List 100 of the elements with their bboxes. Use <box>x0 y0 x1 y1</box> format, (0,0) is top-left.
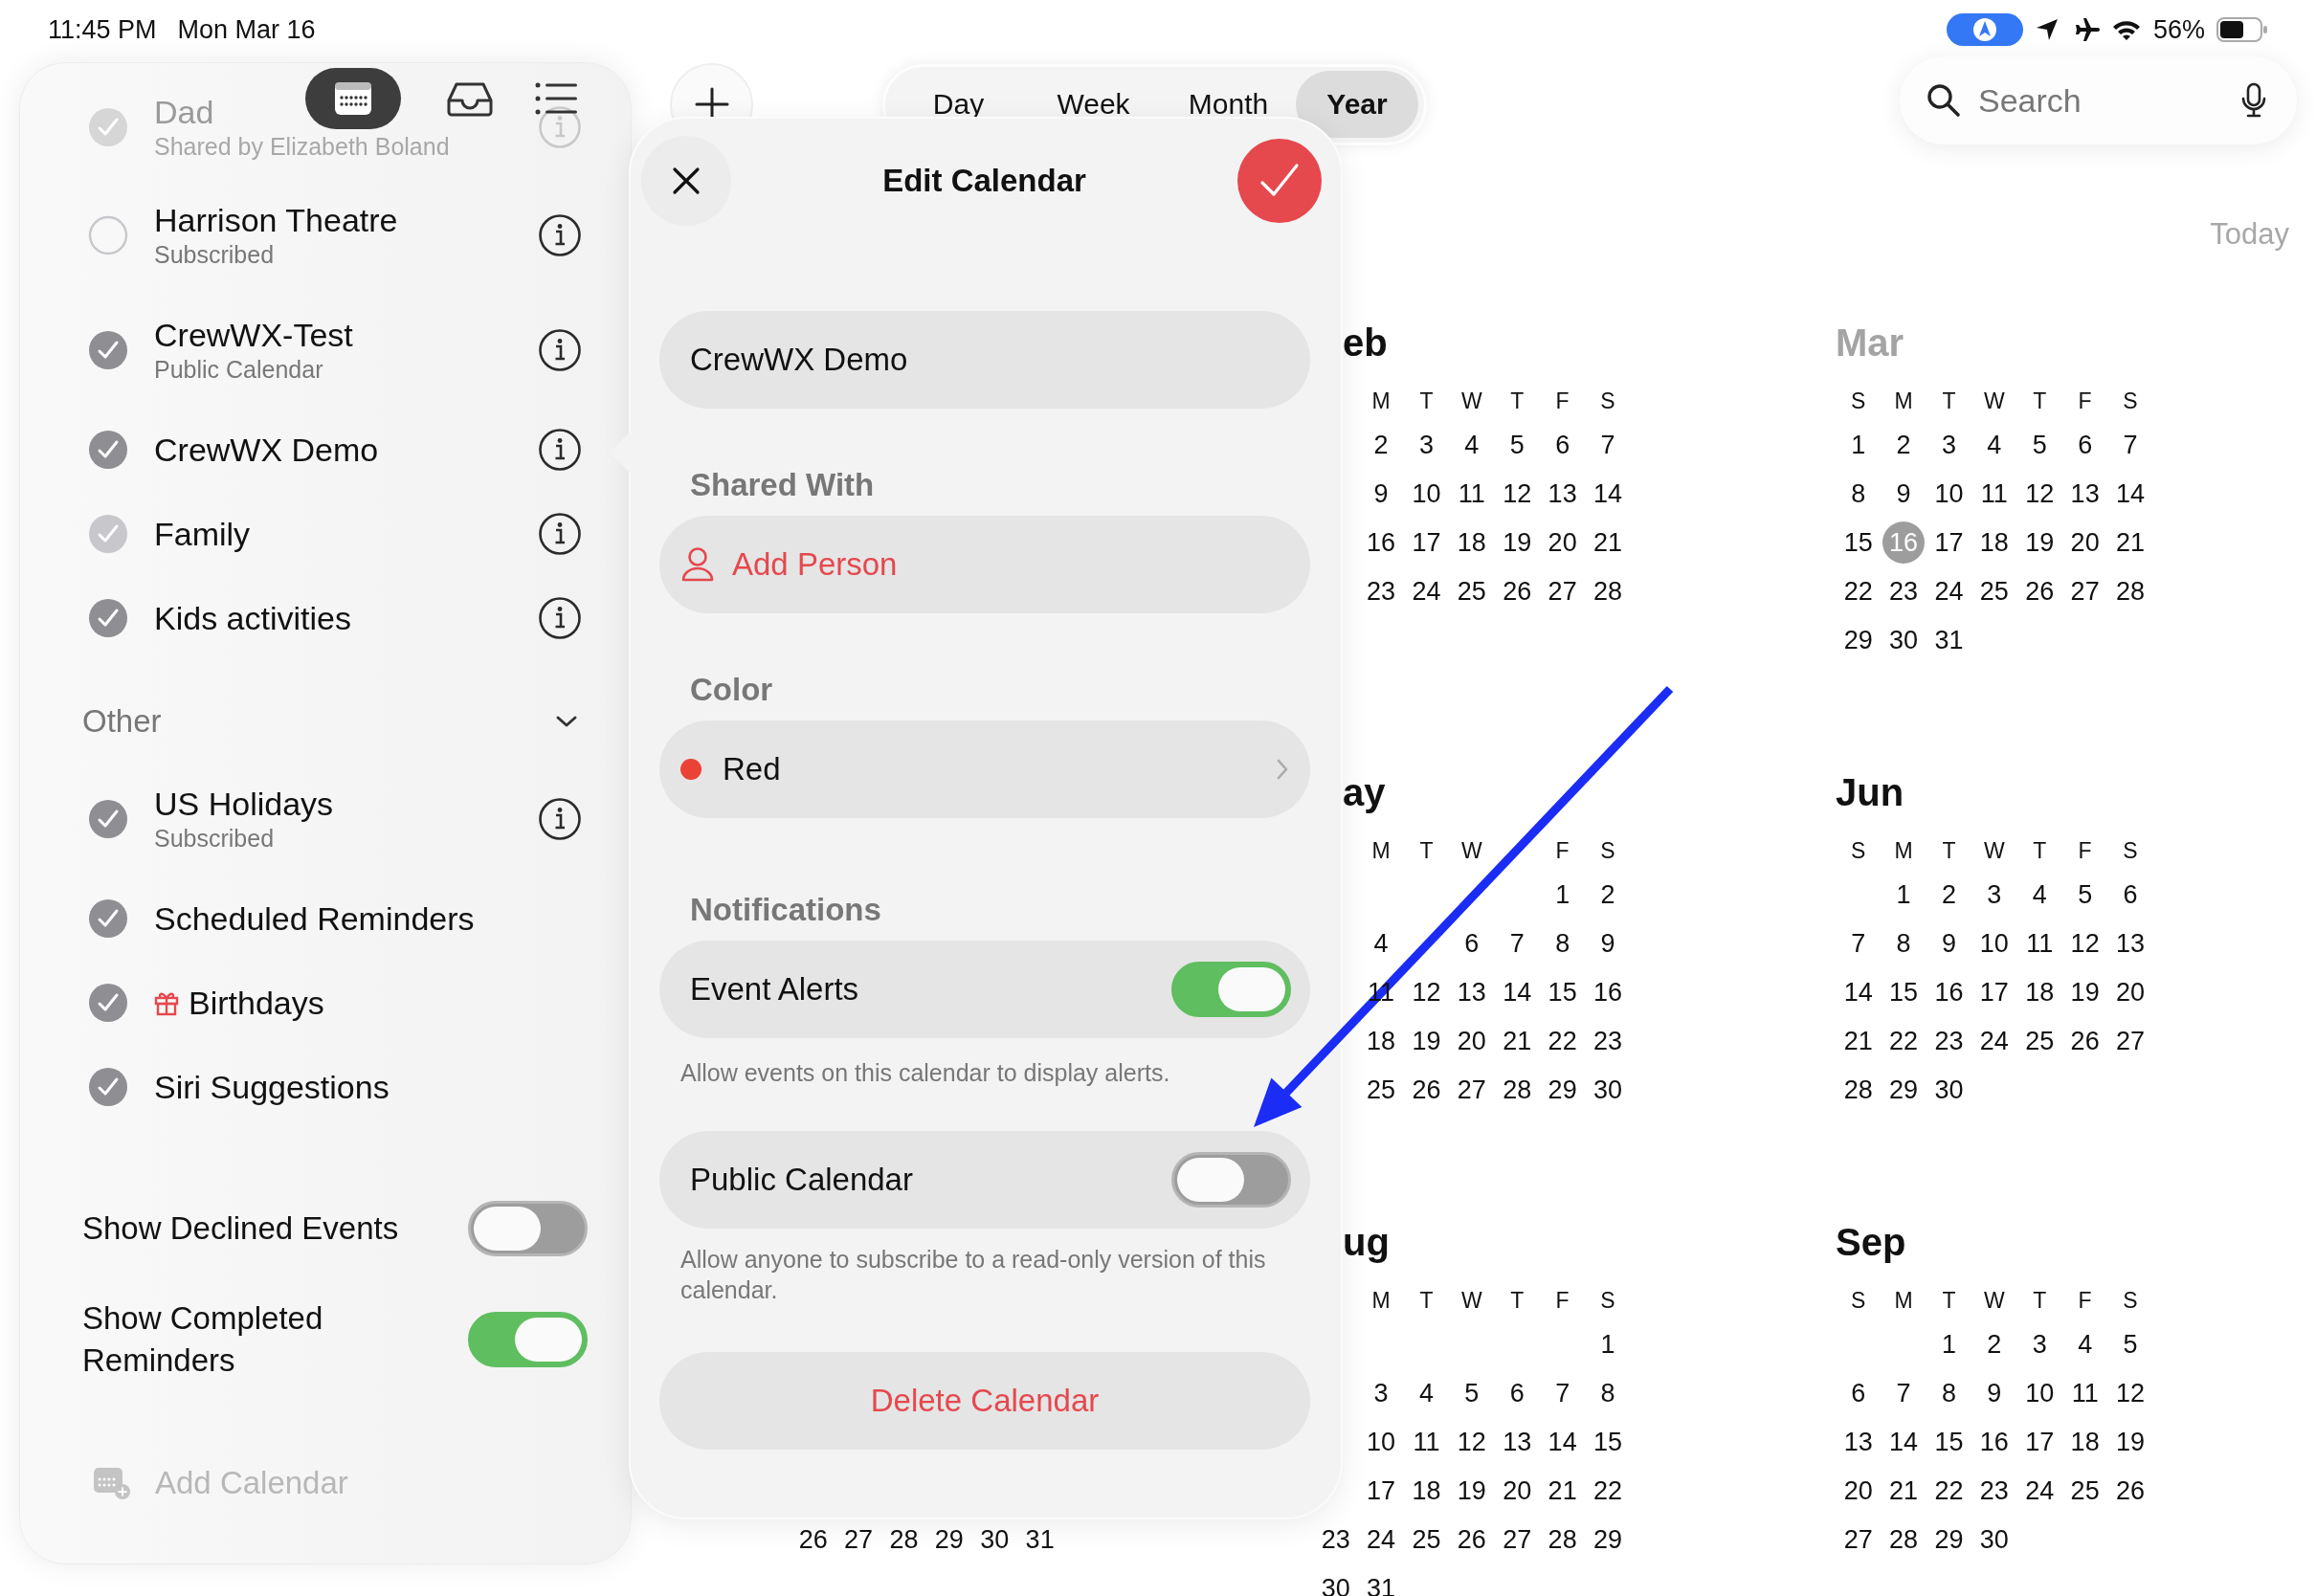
day-number: 18 <box>1411 1474 1442 1507</box>
section-label: Color <box>689 671 774 709</box>
month-title[interactable]: Jun <box>1836 770 1904 814</box>
weekday-label: S <box>1600 388 1615 414</box>
day-number: 30 <box>1933 1074 1965 1106</box>
month-title[interactable]: eb <box>1343 321 1388 365</box>
info-icon[interactable] <box>538 428 582 472</box>
weekday-label: M <box>1894 388 1913 414</box>
info-icon[interactable] <box>538 596 582 640</box>
day-number: 20 <box>1842 1474 1874 1507</box>
day-number: 8 <box>1554 927 1571 960</box>
month-title[interactable]: Sep <box>1836 1220 1906 1264</box>
checkbox[interactable] <box>88 598 128 638</box>
day-number: 22 <box>1888 1025 1920 1057</box>
day-number: 12 <box>1502 477 1533 510</box>
info-icon[interactable] <box>538 328 582 372</box>
toggle-switch[interactable] <box>1171 962 1291 1017</box>
weekday-label: T <box>1510 388 1525 414</box>
checkbox[interactable] <box>88 430 128 470</box>
checkbox[interactable] <box>88 330 128 370</box>
day-number: 17 <box>2024 1426 2056 1458</box>
day-number: 24 <box>1933 575 1965 608</box>
toggle-switch[interactable] <box>468 1312 588 1367</box>
weekday-label: T <box>1419 1287 1434 1314</box>
day-number: 24 <box>1411 575 1442 608</box>
checkbox[interactable] <box>88 514 128 554</box>
day-number: 20 <box>2069 526 2101 559</box>
day-number: 26 <box>797 1523 829 1556</box>
microphone-icon[interactable] <box>2241 82 2266 119</box>
color-value: Red <box>723 751 781 787</box>
day-number: 1 <box>1554 878 1571 911</box>
day-number: 30 <box>1592 1074 1624 1106</box>
day-number: 28 <box>888 1523 920 1556</box>
chevron-icon[interactable] <box>555 714 578 729</box>
checkbox[interactable] <box>88 799 128 839</box>
chevron-icon <box>1276 758 1289 781</box>
day-number: 7 <box>1508 927 1525 960</box>
month-title[interactable]: ay <box>1343 770 1386 814</box>
day-number: 3 <box>2031 1328 2048 1361</box>
view-tab[interactable]: Week <box>1026 71 1161 138</box>
day-number: 26 <box>2115 1474 2147 1507</box>
day-number: 23 <box>1366 575 1397 608</box>
info-icon[interactable] <box>538 213 582 257</box>
day-number: 14 <box>1888 1426 1920 1458</box>
day-number: 2 <box>1940 878 1957 911</box>
day-number: 10 <box>1933 477 1965 510</box>
calendar-subtitle: Shared by Elizabeth Boland <box>154 132 451 162</box>
day-number: 4 <box>1986 429 2003 461</box>
toggle-switch[interactable] <box>468 1201 588 1256</box>
day-number: 27 <box>2069 575 2101 608</box>
checkbox[interactable] <box>88 107 128 147</box>
day-number: 27 <box>1456 1074 1487 1106</box>
weekday-label: T <box>2033 388 2047 414</box>
calendar-name: Scheduled Reminders <box>154 899 475 938</box>
day-number: 17 <box>1978 976 2010 1009</box>
weekday-label: S <box>2123 1287 2138 1314</box>
day-number: 27 <box>1842 1523 1874 1556</box>
month-title[interactable]: ug <box>1343 1220 1390 1264</box>
info-icon[interactable] <box>538 797 582 841</box>
view-tab[interactable]: Year <box>1296 71 1418 138</box>
day-number: 16 <box>1882 521 1926 564</box>
checkbox[interactable] <box>88 1067 128 1107</box>
checkbox[interactable] <box>88 898 128 939</box>
search-field[interactable]: Search <box>1976 80 2226 121</box>
day-number: 14 <box>1502 976 1533 1009</box>
info-icon[interactable] <box>538 512 582 556</box>
day-number: 10 <box>1978 927 2010 960</box>
weekday-label: T <box>2033 1287 2047 1314</box>
day-number: 16 <box>1592 976 1624 1009</box>
weekday-label: M <box>1371 837 1391 864</box>
day-number: 9 <box>1599 927 1616 960</box>
day-number: 23 <box>1320 1523 1351 1556</box>
day-number: 28 <box>1547 1523 1578 1556</box>
calendar-name-field[interactable]: CrewWX Demo <box>659 311 1310 409</box>
day-number: 12 <box>1411 976 1442 1009</box>
view-tab[interactable]: Day <box>891 71 1026 138</box>
view-tab[interactable]: Month <box>1161 71 1296 138</box>
day-number: 2 <box>1372 429 1390 461</box>
day-number: 2 <box>1599 878 1616 911</box>
day-number: 28 <box>1502 1074 1533 1106</box>
toggle-switch[interactable] <box>1171 1152 1291 1208</box>
day-number: 18 <box>1978 526 2010 559</box>
calendar-subtitle: Public Calendar <box>154 355 324 385</box>
day-number: 11 <box>2025 927 2055 960</box>
day-number: 7 <box>1599 429 1616 461</box>
weekday-label: F <box>2078 1287 2092 1314</box>
weekday-label: F <box>2078 388 2092 414</box>
close-icon <box>671 166 701 196</box>
checkbox[interactable] <box>88 983 128 1023</box>
day-number: 21 <box>1592 526 1624 559</box>
day-number: 6 <box>1554 429 1571 461</box>
day-number: 29 <box>1592 1523 1624 1556</box>
day-number: 6 <box>2122 878 2139 911</box>
day-number: 29 <box>1547 1074 1578 1106</box>
day-number: 21 <box>1842 1025 1874 1057</box>
calendar-name: Siri Suggestions <box>154 1068 390 1106</box>
color-picker-row[interactable]: Red <box>659 720 1310 818</box>
day-number: 13 <box>2115 927 2147 960</box>
day-number: 26 <box>2069 1025 2101 1057</box>
checkbox[interactable] <box>88 215 128 255</box>
